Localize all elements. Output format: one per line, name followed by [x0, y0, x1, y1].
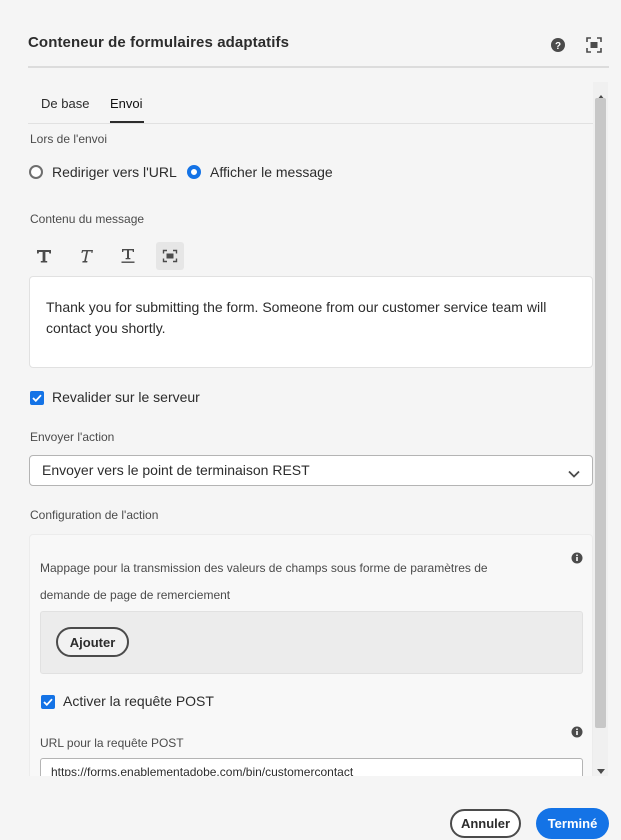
rte-fullscreen-icon[interactable] — [156, 242, 184, 270]
cancel-button[interactable]: Annuler — [450, 809, 521, 838]
add-mapping-button[interactable]: Ajouter — [56, 627, 129, 657]
revalidate-checkbox[interactable] — [30, 391, 44, 405]
fullscreen-icon[interactable] — [585, 36, 603, 54]
radio-redirect-url[interactable] — [29, 165, 43, 179]
action-config-panel: Mappage pour la transmission des valeurs… — [29, 534, 593, 776]
underline-text-icon[interactable] — [114, 242, 142, 270]
tab-basic[interactable]: De base — [41, 96, 89, 111]
bold-text-icon[interactable] — [30, 242, 58, 270]
help-circle-icon[interactable]: ? — [549, 36, 567, 54]
post-request-label: Activer la requête POST — [63, 693, 214, 709]
mapping-description: Mappage pour la transmission des valeurs… — [40, 561, 488, 602]
info-icon[interactable] — [571, 551, 583, 564]
chevron-down-icon — [568, 465, 580, 483]
tab-list: De base Envoi — [28, 90, 593, 124]
scroll-down-icon[interactable] — [597, 762, 605, 780]
info-icon[interactable] — [571, 725, 583, 738]
submit-action-label: Envoyer l'action — [30, 430, 115, 444]
radio-show-message-label: Afficher le message — [210, 164, 333, 180]
message-content-editor[interactable]: Thank you for submitting the form. Someo… — [29, 276, 593, 368]
svg-text:?: ? — [555, 41, 561, 52]
tab-submission[interactable]: Envoi — [110, 96, 143, 111]
dialog-title: Conteneur de formulaires adaptatifs — [28, 34, 290, 51]
on-submit-label: Lors de l'envoi — [30, 132, 108, 146]
italic-text-icon[interactable] — [72, 242, 100, 270]
dialog-header: Conteneur de formulaires adaptatifs ? — [0, 0, 621, 70]
revalidate-label: Revalider sur le serveur — [52, 389, 200, 405]
done-button[interactable]: Terminé — [536, 808, 609, 839]
post-url-label: URL pour la requête POST — [40, 736, 184, 750]
mapping-list-panel: Ajouter — [40, 611, 583, 674]
submit-action-value: Envoyer vers le point de terminaison RES… — [42, 462, 310, 478]
message-content-label: Contenu du message — [30, 212, 145, 226]
header-divider — [28, 66, 609, 68]
submit-action-select[interactable]: Envoyer vers le point de terminaison RES… — [29, 455, 593, 486]
dialog-content[interactable]: De base Envoi Lors de l'envoi Rediriger … — [28, 82, 608, 776]
active-tab-indicator — [110, 121, 144, 123]
radio-show-message[interactable] — [187, 165, 201, 179]
post-url-input[interactable]: https://forms.enablementadobe.com/bin/cu… — [40, 758, 583, 776]
radio-redirect-url-label: Rediriger vers l'URL — [52, 164, 177, 180]
action-config-label: Configuration de l'action — [30, 508, 159, 522]
scrollbar-thumb[interactable] — [595, 98, 606, 728]
post-request-checkbox[interactable] — [41, 695, 55, 709]
